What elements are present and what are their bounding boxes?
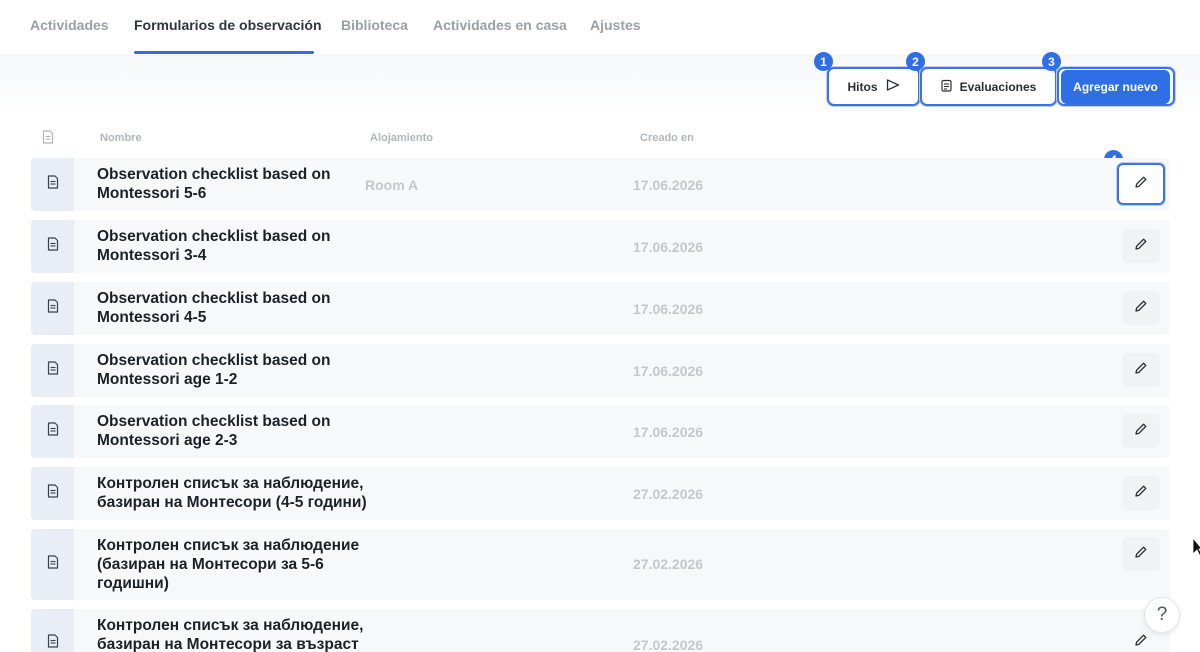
milestones-label: Hitos xyxy=(847,79,878,94)
edit-button[interactable] xyxy=(1122,353,1160,387)
mouse-cursor-icon xyxy=(1192,536,1200,562)
document-icon xyxy=(47,299,59,318)
row-created-date: 17.06.2026 xyxy=(633,363,704,379)
pencil-icon xyxy=(1134,299,1148,318)
row-icon-cell xyxy=(31,220,74,273)
document-icon xyxy=(47,422,59,441)
table-row[interactable]: Контролен списък за наблюдение (базиран … xyxy=(31,529,1170,600)
document-icon xyxy=(47,361,59,380)
table-row[interactable]: Observation checklist based on Montessor… xyxy=(31,344,1170,397)
tab-actividades-en-casa[interactable]: Actividades en casa xyxy=(433,17,567,33)
table-row[interactable]: Observation checklist based on Montessor… xyxy=(31,282,1170,335)
milestones-button[interactable]: Hitos xyxy=(827,67,920,106)
edit-button[interactable] xyxy=(1122,476,1160,510)
row-icon-cell xyxy=(31,529,74,600)
row-created-date: 27.02.2026 xyxy=(633,637,704,652)
row-icon-cell xyxy=(31,609,74,652)
row-name[interactable]: Контролен списък за наблюдение, базиран … xyxy=(97,474,367,512)
row-icon-cell xyxy=(31,158,74,211)
assessments-label: Evaluaciones xyxy=(959,79,1037,94)
top-tabs: Actividades Formularios de observación B… xyxy=(0,0,1200,56)
tab-formularios-de-observacion[interactable]: Formularios de observación xyxy=(134,17,322,33)
step-badge-3: 3 xyxy=(1042,52,1061,71)
document-icon xyxy=(47,237,59,256)
pencil-icon xyxy=(1134,175,1148,194)
pencil-icon xyxy=(1134,545,1148,564)
row-name[interactable]: Observation checklist based on Montessor… xyxy=(97,289,367,327)
column-header-created[interactable]: Creado en xyxy=(640,132,694,144)
row-created-date: 27.02.2026 xyxy=(633,556,704,572)
edit-button[interactable] xyxy=(1122,537,1160,571)
row-name[interactable]: Observation checklist based on Montessor… xyxy=(97,351,367,389)
tab-actividades[interactable]: Actividades xyxy=(30,17,109,33)
pencil-icon xyxy=(1134,237,1148,256)
row-created-date: 17.06.2026 xyxy=(633,239,704,255)
pencil-icon xyxy=(1134,422,1148,441)
row-created-date: 17.06.2026 xyxy=(633,301,704,317)
pencil-icon xyxy=(1134,633,1148,652)
tab-ajustes[interactable]: Ajustes xyxy=(590,17,641,33)
row-icon-cell xyxy=(31,467,74,520)
add-new-button[interactable]: Agregar nuevo xyxy=(1061,70,1170,104)
table-row[interactable]: Observation checklist based on Montessor… xyxy=(31,220,1170,273)
edit-button[interactable] xyxy=(1122,291,1160,325)
column-header-room[interactable]: Alojamiento xyxy=(370,132,433,144)
document-icon xyxy=(47,484,59,503)
edit-button[interactable] xyxy=(1117,163,1165,205)
document-icon xyxy=(42,130,54,149)
document-icon xyxy=(47,634,59,652)
flag-icon xyxy=(886,79,900,94)
table-row[interactable]: Observation checklist based on Montessor… xyxy=(31,405,1170,458)
pencil-icon xyxy=(1134,484,1148,503)
row-room: Room A xyxy=(365,177,419,193)
pencil-icon xyxy=(1134,361,1148,380)
edit-button[interactable] xyxy=(1122,229,1160,263)
row-name[interactable]: Observation checklist based on Montessor… xyxy=(97,227,367,265)
row-icon-cell xyxy=(31,405,74,458)
row-created-date: 27.02.2026 xyxy=(633,486,704,502)
assessments-button[interactable]: Evaluaciones xyxy=(920,67,1057,106)
document-icon xyxy=(47,555,59,574)
active-tab-indicator xyxy=(134,51,314,54)
row-name[interactable]: Контролен списък за наблюдение, базиран … xyxy=(97,616,367,652)
table-header: Nombre Alojamiento Creado en xyxy=(0,128,1200,148)
row-name[interactable]: Observation checklist based on Montessor… xyxy=(97,165,367,203)
column-header-name[interactable]: Nombre xyxy=(100,132,142,144)
help-button[interactable]: ? xyxy=(1144,597,1180,633)
row-icon-cell xyxy=(31,344,74,397)
edit-button[interactable] xyxy=(1122,414,1160,448)
row-created-date: 17.06.2026 xyxy=(633,424,704,440)
step-badge-2: 2 xyxy=(906,52,925,71)
row-name[interactable]: Контролен списък за наблюдение (базиран … xyxy=(97,536,367,593)
table-row[interactable]: Observation checklist based on Montessor… xyxy=(31,158,1170,211)
clipboard-icon xyxy=(941,79,952,95)
table-row[interactable]: Контролен списък за наблюдение, базиран … xyxy=(31,609,1170,652)
row-name[interactable]: Observation checklist based on Montessor… xyxy=(97,412,367,450)
row-created-date: 17.06.2026 xyxy=(633,177,704,193)
step-badge-1: 1 xyxy=(814,52,833,71)
row-icon-cell xyxy=(31,282,74,335)
tab-biblioteca[interactable]: Biblioteca xyxy=(341,17,408,33)
document-icon xyxy=(47,175,59,194)
table-row[interactable]: Контролен списък за наблюдение, базиран … xyxy=(31,467,1170,520)
